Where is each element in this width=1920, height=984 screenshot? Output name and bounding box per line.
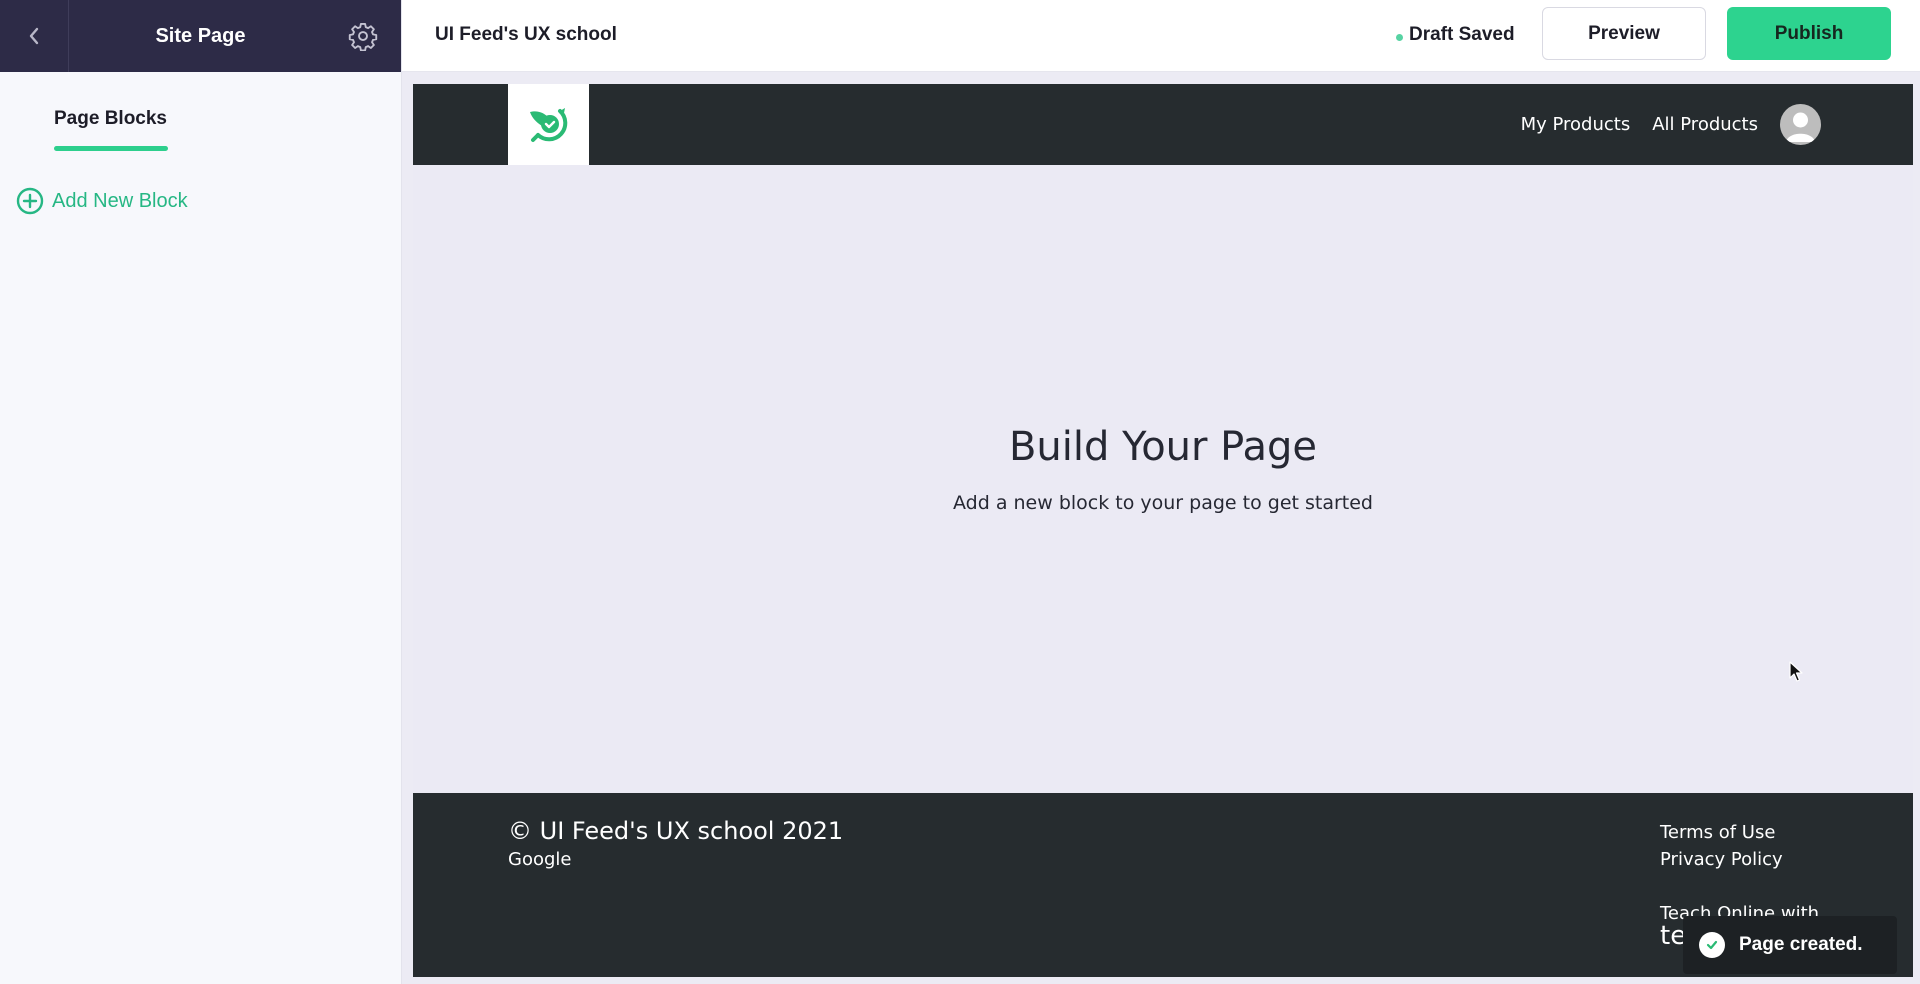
user-avatar[interactable] [1780, 104, 1821, 145]
gear-icon [348, 22, 378, 51]
chevron-left-icon [29, 27, 39, 45]
editor-topbar: UI Feed's UX school Draft Saved Preview … [402, 0, 1920, 72]
draft-status-label: Draft Saved [1409, 24, 1515, 45]
back-button[interactable] [0, 0, 69, 72]
sidebar-title: Site Page [155, 24, 246, 47]
footer-copyright: © UI Feed's UX school 2021 [508, 817, 844, 845]
user-avatar-icon [1786, 112, 1815, 142]
add-new-block-label: Add New Block [52, 189, 188, 212]
footer-link-terms[interactable]: Terms of Use [1660, 819, 1783, 846]
draft-status: Draft Saved [1396, 24, 1515, 46]
preview-button[interactable]: Preview [1542, 7, 1706, 60]
publish-button[interactable]: Publish [1727, 7, 1891, 60]
nav-all-products[interactable]: All Products [1652, 114, 1758, 135]
nav-my-products[interactable]: My Products [1521, 114, 1631, 135]
settings-button[interactable] [347, 20, 379, 52]
site-logo[interactable] [508, 84, 589, 165]
footer-link-privacy[interactable]: Privacy Policy [1660, 846, 1783, 873]
toast-message: Page created. [1739, 934, 1863, 955]
sidebar: Site Page Page Blocks Add New Block [0, 0, 402, 984]
site-nav: My Products All Products [1521, 104, 1821, 145]
active-tab-indicator [54, 146, 168, 151]
tab-page-blocks[interactable]: Page Blocks [54, 108, 167, 130]
add-new-block-button[interactable]: Add New Block [16, 187, 188, 215]
site-header: My Products All Products [413, 84, 1913, 165]
empty-state-title: Build Your Page [1008, 424, 1318, 470]
site-title: UI Feed's UX school [435, 24, 617, 45]
footer-subtext: Google [508, 849, 572, 870]
bird-check-logo-icon [529, 107, 567, 142]
status-dot-icon [1396, 33, 1403, 41]
sidebar-header: Site Page [0, 0, 401, 72]
page-canvas: My Products All Products Build Your Page… [413, 84, 1913, 977]
check-circle-icon [1699, 932, 1725, 958]
footer-links: Terms of Use Privacy Policy [1660, 819, 1783, 873]
mouse-cursor-icon [1789, 661, 1803, 682]
empty-state: Build Your Page Add a new block to your … [413, 424, 1913, 514]
plus-circle-icon [16, 187, 44, 215]
toast-notification: Page created. [1683, 916, 1897, 974]
empty-state-subtitle: Add a new block to your page to get star… [953, 492, 1373, 514]
